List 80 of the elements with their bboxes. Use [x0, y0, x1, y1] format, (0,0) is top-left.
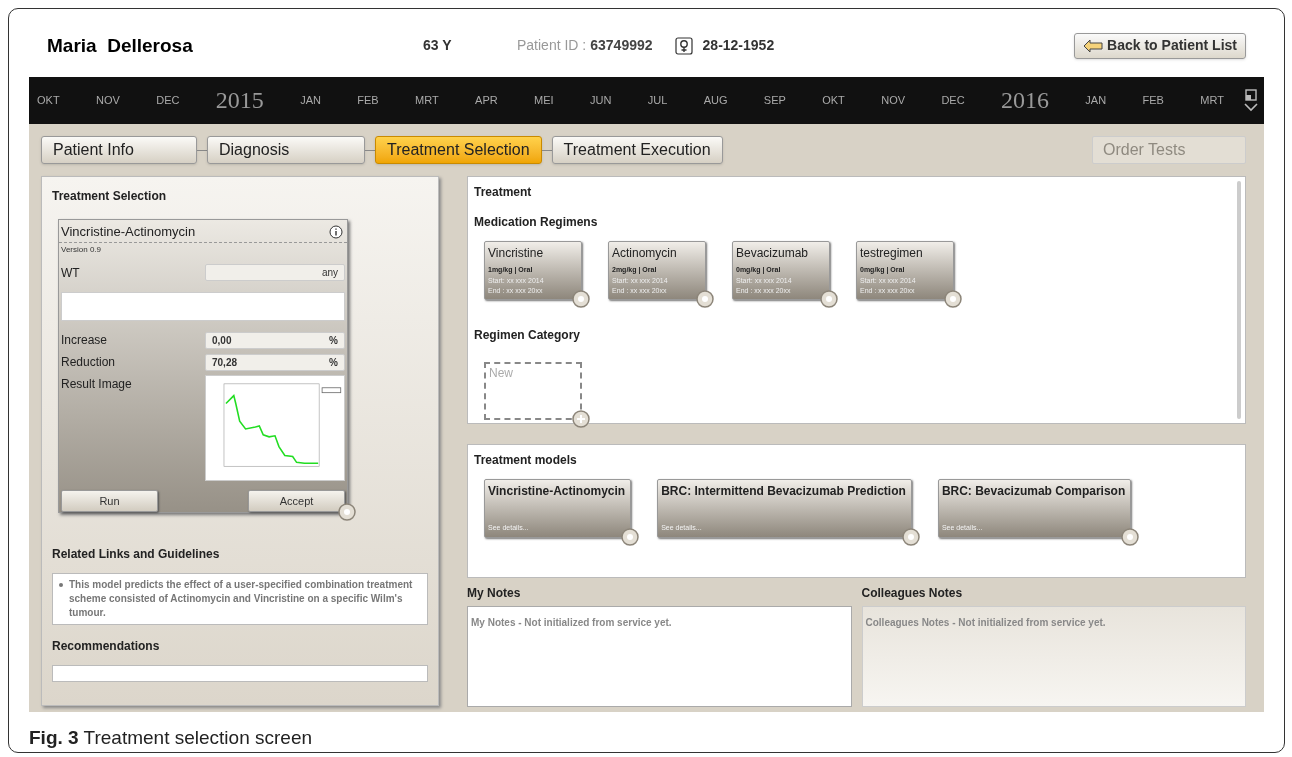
model-button[interactable]: Accept — [248, 490, 345, 513]
timeline-year[interactable]: 2015 — [215, 82, 264, 119]
timeline-month[interactable]: SEP — [763, 92, 786, 109]
notes-text: My Notes - Not initialized from service yet. — [471, 617, 672, 629]
bullet-icon — [59, 583, 63, 588]
circle-knob-icon[interactable] — [944, 290, 962, 309]
patient-age: 63 Y — [423, 36, 453, 56]
model-version: Version 0.9 — [60, 243, 103, 256]
notes-box[interactable]: My Notes - Not initialized from service yet. — [467, 606, 852, 708]
circle-knob-icon[interactable] — [901, 528, 920, 547]
section-title: Related Links and Guidelines — [52, 546, 221, 564]
info-icon[interactable] — [329, 224, 343, 239]
timeline-month[interactable]: DEC — [156, 92, 180, 109]
field-label: Result Image — [61, 376, 132, 394]
tab[interactable]: Diagnosis — [207, 136, 365, 165]
notes-title: My Notes — [467, 585, 522, 603]
scrollbar-thumb[interactable] — [1237, 181, 1241, 420]
regimen-name: Vincristine — [488, 245, 545, 263]
field-label: WT — [61, 264, 80, 282]
back-button[interactable]: Back to Patient List — [1074, 32, 1246, 59]
circle-knob-icon[interactable] — [696, 290, 714, 309]
timeline-month[interactable]: NOV — [881, 92, 906, 109]
wt-field[interactable]: any — [205, 264, 345, 282]
regimen-name: Bevacizumab — [736, 245, 810, 263]
circle-knob-icon[interactable] — [338, 503, 356, 522]
circle-knob-icon[interactable] — [572, 290, 590, 309]
chevron-down-icon[interactable] — [1244, 102, 1258, 112]
timeline-month[interactable]: MRT — [1200, 92, 1224, 109]
section-title: Recommendations — [52, 638, 161, 656]
panel-title: Treatment — [474, 184, 533, 202]
timeline-month[interactable]: OKT — [822, 92, 845, 109]
tab[interactable]: Treatment Selection — [375, 136, 542, 165]
field-label: Increase — [61, 332, 108, 350]
add-icon[interactable] — [572, 410, 590, 429]
regimen-name: testregimen — [860, 245, 924, 263]
model-title: BRC: Bevacizumab Comparison — [941, 483, 1127, 501]
panel-title: Treatment Selection — [52, 188, 168, 206]
field-label: Reduction — [61, 354, 116, 372]
timeline-month[interactable]: JAN — [1085, 92, 1107, 109]
birth-date: 28-12-1952 — [702, 36, 775, 56]
section-title: Medication Regimens — [474, 214, 599, 232]
recommendations-field[interactable] — [52, 665, 428, 683]
notes-title: Colleagues Notes — [861, 585, 964, 603]
model-title: Vincristine-Actinomycin — [488, 483, 627, 501]
timeline-bar[interactable]: OKT NOV DEC 2015 JAN FEB MRT APR MEI JUN JUL AUG SEP OKT NOV DEC 2016 JAN FEB MRT — [29, 76, 1264, 125]
patient-name: Maria Dellerosa — [47, 33, 194, 58]
model-name: Vincristine-Actinomycin — [61, 223, 196, 242]
circle-knob-icon[interactable] — [820, 290, 838, 309]
timeline-month[interactable]: APR — [475, 92, 498, 109]
female-icon — [674, 36, 693, 55]
notes-text: Colleagues Notes - Not initialized from service yet. — [865, 617, 1106, 629]
model-button[interactable]: Run — [61, 490, 158, 513]
section-title: Regimen Category — [474, 327, 582, 345]
regimen-name: Actinomycin — [612, 245, 678, 263]
timeline-month[interactable]: AUG — [703, 92, 728, 109]
model-title: BRC: Intermittend Bevacizumab Prediction — [661, 483, 907, 501]
patient-id: 63749992 — [590, 36, 653, 56]
timeline-month[interactable]: DEC — [941, 92, 965, 109]
timeline-month[interactable]: FEB — [357, 92, 379, 109]
timeline-month[interactable]: MRT — [415, 92, 439, 109]
tab[interactable]: Patient Info — [41, 136, 197, 165]
number-field[interactable]: 70,28 % — [205, 353, 345, 371]
timeline-month[interactable]: NOV — [96, 92, 120, 109]
guideline-text: This model predicts the effect of a user-specified combination treatment scheme consisted of Actinomycin and Vincristine on a specific Wilm's tumour. — [69, 578, 414, 621]
circle-knob-icon[interactable] — [1121, 528, 1140, 547]
timeline-month[interactable]: JUN — [589, 92, 612, 109]
left-arrow-icon — [1083, 38, 1104, 53]
timeline-month[interactable]: JUL — [647, 92, 668, 109]
number-field[interactable]: 0,00 % — [205, 331, 345, 349]
timeline-month[interactable]: FEB — [1142, 92, 1164, 109]
timeline-month[interactable]: JAN — [300, 92, 321, 109]
tab[interactable]: Treatment Execution — [551, 136, 723, 165]
figure-caption: Fig. 3 Treatment selection screen — [29, 726, 313, 748]
restore-icon[interactable] — [1245, 88, 1257, 101]
timeline-year[interactable]: 2016 — [1001, 82, 1049, 119]
timeline-month[interactable]: MEI — [534, 92, 554, 109]
panel-title: Treatment models — [474, 452, 578, 470]
timeline-month[interactable]: OKT — [37, 92, 60, 109]
patient-id-label: Patient ID : — [517, 36, 587, 56]
circle-knob-icon[interactable] — [621, 528, 640, 547]
